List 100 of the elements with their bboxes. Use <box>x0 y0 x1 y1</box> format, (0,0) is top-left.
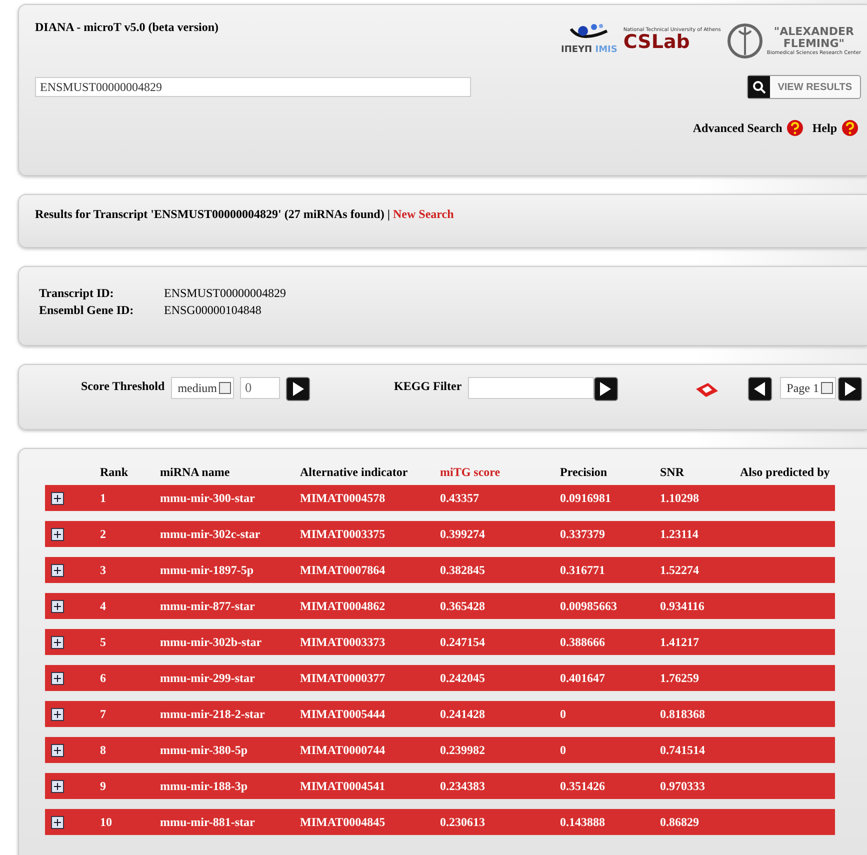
table-cell-text: mmu-mir-881-star <box>160 814 256 830</box>
table-cell-text: 0.86829 <box>660 814 700 830</box>
table-cell-text: MIMAT0004862 <box>300 598 386 614</box>
info-value: ENSMUST00000004829 <box>164 285 286 302</box>
table-cell-text: 0.143888 <box>560 814 606 830</box>
info-value: ENSG00000104848 <box>164 302 262 319</box>
app-title: DIANA - microT v5.0 (beta version) <box>35 20 219 36</box>
search-icon <box>752 80 766 94</box>
table-cell-text: 0.234383 <box>440 778 486 794</box>
table-cell-text: 0.230613 <box>440 814 486 830</box>
expand-icon[interactable] <box>51 636 64 648</box>
table-cell-text: MIMAT0000377 <box>300 670 386 686</box>
expand-icon[interactable] <box>51 672 64 684</box>
column-header[interactable]: Also predicted by <box>740 464 840 480</box>
table-cell-text: mmu-mir-218-2-star <box>160 706 266 722</box>
table-cell-text: mmu-mir-299-star <box>160 670 256 686</box>
table-cell-text: 0.365428 <box>440 598 486 614</box>
table-cell-text: mmu-mir-380-5p <box>160 742 249 758</box>
table-cell-text: 0.970333 <box>660 778 706 794</box>
score-field[interactable]: 0 <box>240 377 280 399</box>
table-cell-text: 4 <box>100 598 107 614</box>
apply-button[interactable] <box>286 377 310 401</box>
header-link[interactable]: Advanced Search <box>692 120 782 136</box>
expand-icon[interactable] <box>51 600 64 612</box>
next-page-button[interactable] <box>838 377 862 401</box>
table-cell-text: 1.41217 <box>660 634 700 650</box>
table-cell-text: 8 <box>100 742 107 758</box>
table-cell-text: 0.351426 <box>560 778 606 794</box>
table-cell-text: 0.43357 <box>440 490 480 506</box>
table-cell-text: 0.316771 <box>560 562 606 578</box>
table-cell-text: 1.76259 <box>660 670 700 686</box>
table-cell-text: mmu-mir-188-3p <box>160 778 249 794</box>
info-label: Transcript ID: <box>39 285 115 302</box>
expand-icon[interactable] <box>51 708 64 720</box>
table-cell-text: mmu-mir-300-star <box>160 490 256 506</box>
expand-icon[interactable] <box>51 816 64 828</box>
table-cell-text: 0.399274 <box>440 526 486 542</box>
column-header[interactable]: Alternative indicator <box>300 464 440 480</box>
table-cell-text: MIMAT0003375 <box>300 526 386 542</box>
table-cell-text: 3 <box>100 562 107 578</box>
column-header[interactable]: miRNA name <box>160 464 300 480</box>
expand-icon[interactable] <box>51 564 64 576</box>
table-cell-text: 10 <box>100 814 113 830</box>
table-cell-text: mmu-mir-1897-5p <box>160 562 255 578</box>
search-field[interactable]: ENSMUST00000004829 <box>35 77 471 97</box>
apply-button[interactable] <box>594 377 618 401</box>
table-cell-text: 0.818368 <box>660 706 706 722</box>
table-cell-text: 0.0916981 <box>560 490 612 506</box>
table-cell-text: MIMAT0000744 <box>300 742 386 758</box>
table-cell-text: 0 <box>560 742 567 758</box>
results-summary: Results for Transcript 'ENSMUST00000004829' (27 miRNAs found) | <box>35 206 390 220</box>
table-cell-text: MIMAT0007864 <box>300 562 386 578</box>
table-cell-text: 1 <box>100 490 107 506</box>
table-cell-text: 0 <box>560 706 567 722</box>
table-cell-text: 7 <box>100 706 107 722</box>
table-cell-text: 0.934116 <box>660 598 706 614</box>
table-cell-text: 0.247154 <box>440 634 486 650</box>
table-cell-text: MIMAT0004845 <box>300 814 386 830</box>
kegg-label: KEGG Filter <box>394 379 462 394</box>
table-cell-text: MIMAT0003373 <box>300 634 386 650</box>
table-cell-text: mmu-mir-877-star <box>160 598 256 614</box>
score-select[interactable]: medium <box>170 377 234 399</box>
logo: ΙΠΕΥΠ IMIS <box>561 19 618 55</box>
previous-page-button[interactable] <box>748 377 772 401</box>
column-header[interactable]: SNR <box>660 464 740 480</box>
kegg-field[interactable] <box>468 377 594 399</box>
table-cell-text: 0.242045 <box>440 670 486 686</box>
table-cell-text: 1.10298 <box>660 490 700 506</box>
table-cell-text: 0.239982 <box>440 742 486 758</box>
info-label: Ensembl Gene ID: <box>39 302 135 319</box>
page-select[interactable]: Page 1 <box>780 377 836 399</box>
table-cell-text: MIMAT0004541 <box>300 778 386 794</box>
help-icon[interactable] <box>786 119 804 137</box>
table-cell-text: MIMAT0005444 <box>300 706 386 722</box>
table-cell-text: 1.23114 <box>660 526 700 542</box>
table-cell-text: 0.337379 <box>560 526 606 542</box>
table-cell-text: MIMAT0004578 <box>300 490 386 506</box>
table-cell-text: 6 <box>100 670 107 686</box>
new-search-link[interactable]: New Search <box>393 206 454 220</box>
expand-icon[interactable] <box>51 492 64 504</box>
expand-icon[interactable] <box>51 528 64 540</box>
table-cell-text: 2 <box>100 526 107 542</box>
help-icon[interactable] <box>841 119 859 137</box>
table-cell-text: 9 <box>100 778 107 794</box>
table-cell-text: 1.52274 <box>660 562 700 578</box>
table-cell-text: 0.241428 <box>440 706 486 722</box>
table-cell-text: 5 <box>100 634 107 650</box>
expand-icon[interactable] <box>51 744 64 756</box>
header-link[interactable]: Help <box>812 120 837 136</box>
table-cell-text: 0.00985663 <box>560 598 618 614</box>
column-header[interactable]: Precision <box>560 464 660 480</box>
view-results-button[interactable]: VIEW RESULTS <box>746 75 861 99</box>
table-cell-text: 0.382845 <box>440 562 486 578</box>
table-cell-text: 0.741514 <box>660 742 706 758</box>
expand-icon[interactable] <box>51 780 64 792</box>
table-cell-text: 0.401647 <box>560 670 606 686</box>
table-cell-text: mmu-mir-302c-star <box>160 526 262 542</box>
column-header[interactable]: miTG score <box>440 464 560 480</box>
table-cell-text: 0.388666 <box>560 634 606 650</box>
column-header[interactable]: Rank <box>100 464 160 480</box>
